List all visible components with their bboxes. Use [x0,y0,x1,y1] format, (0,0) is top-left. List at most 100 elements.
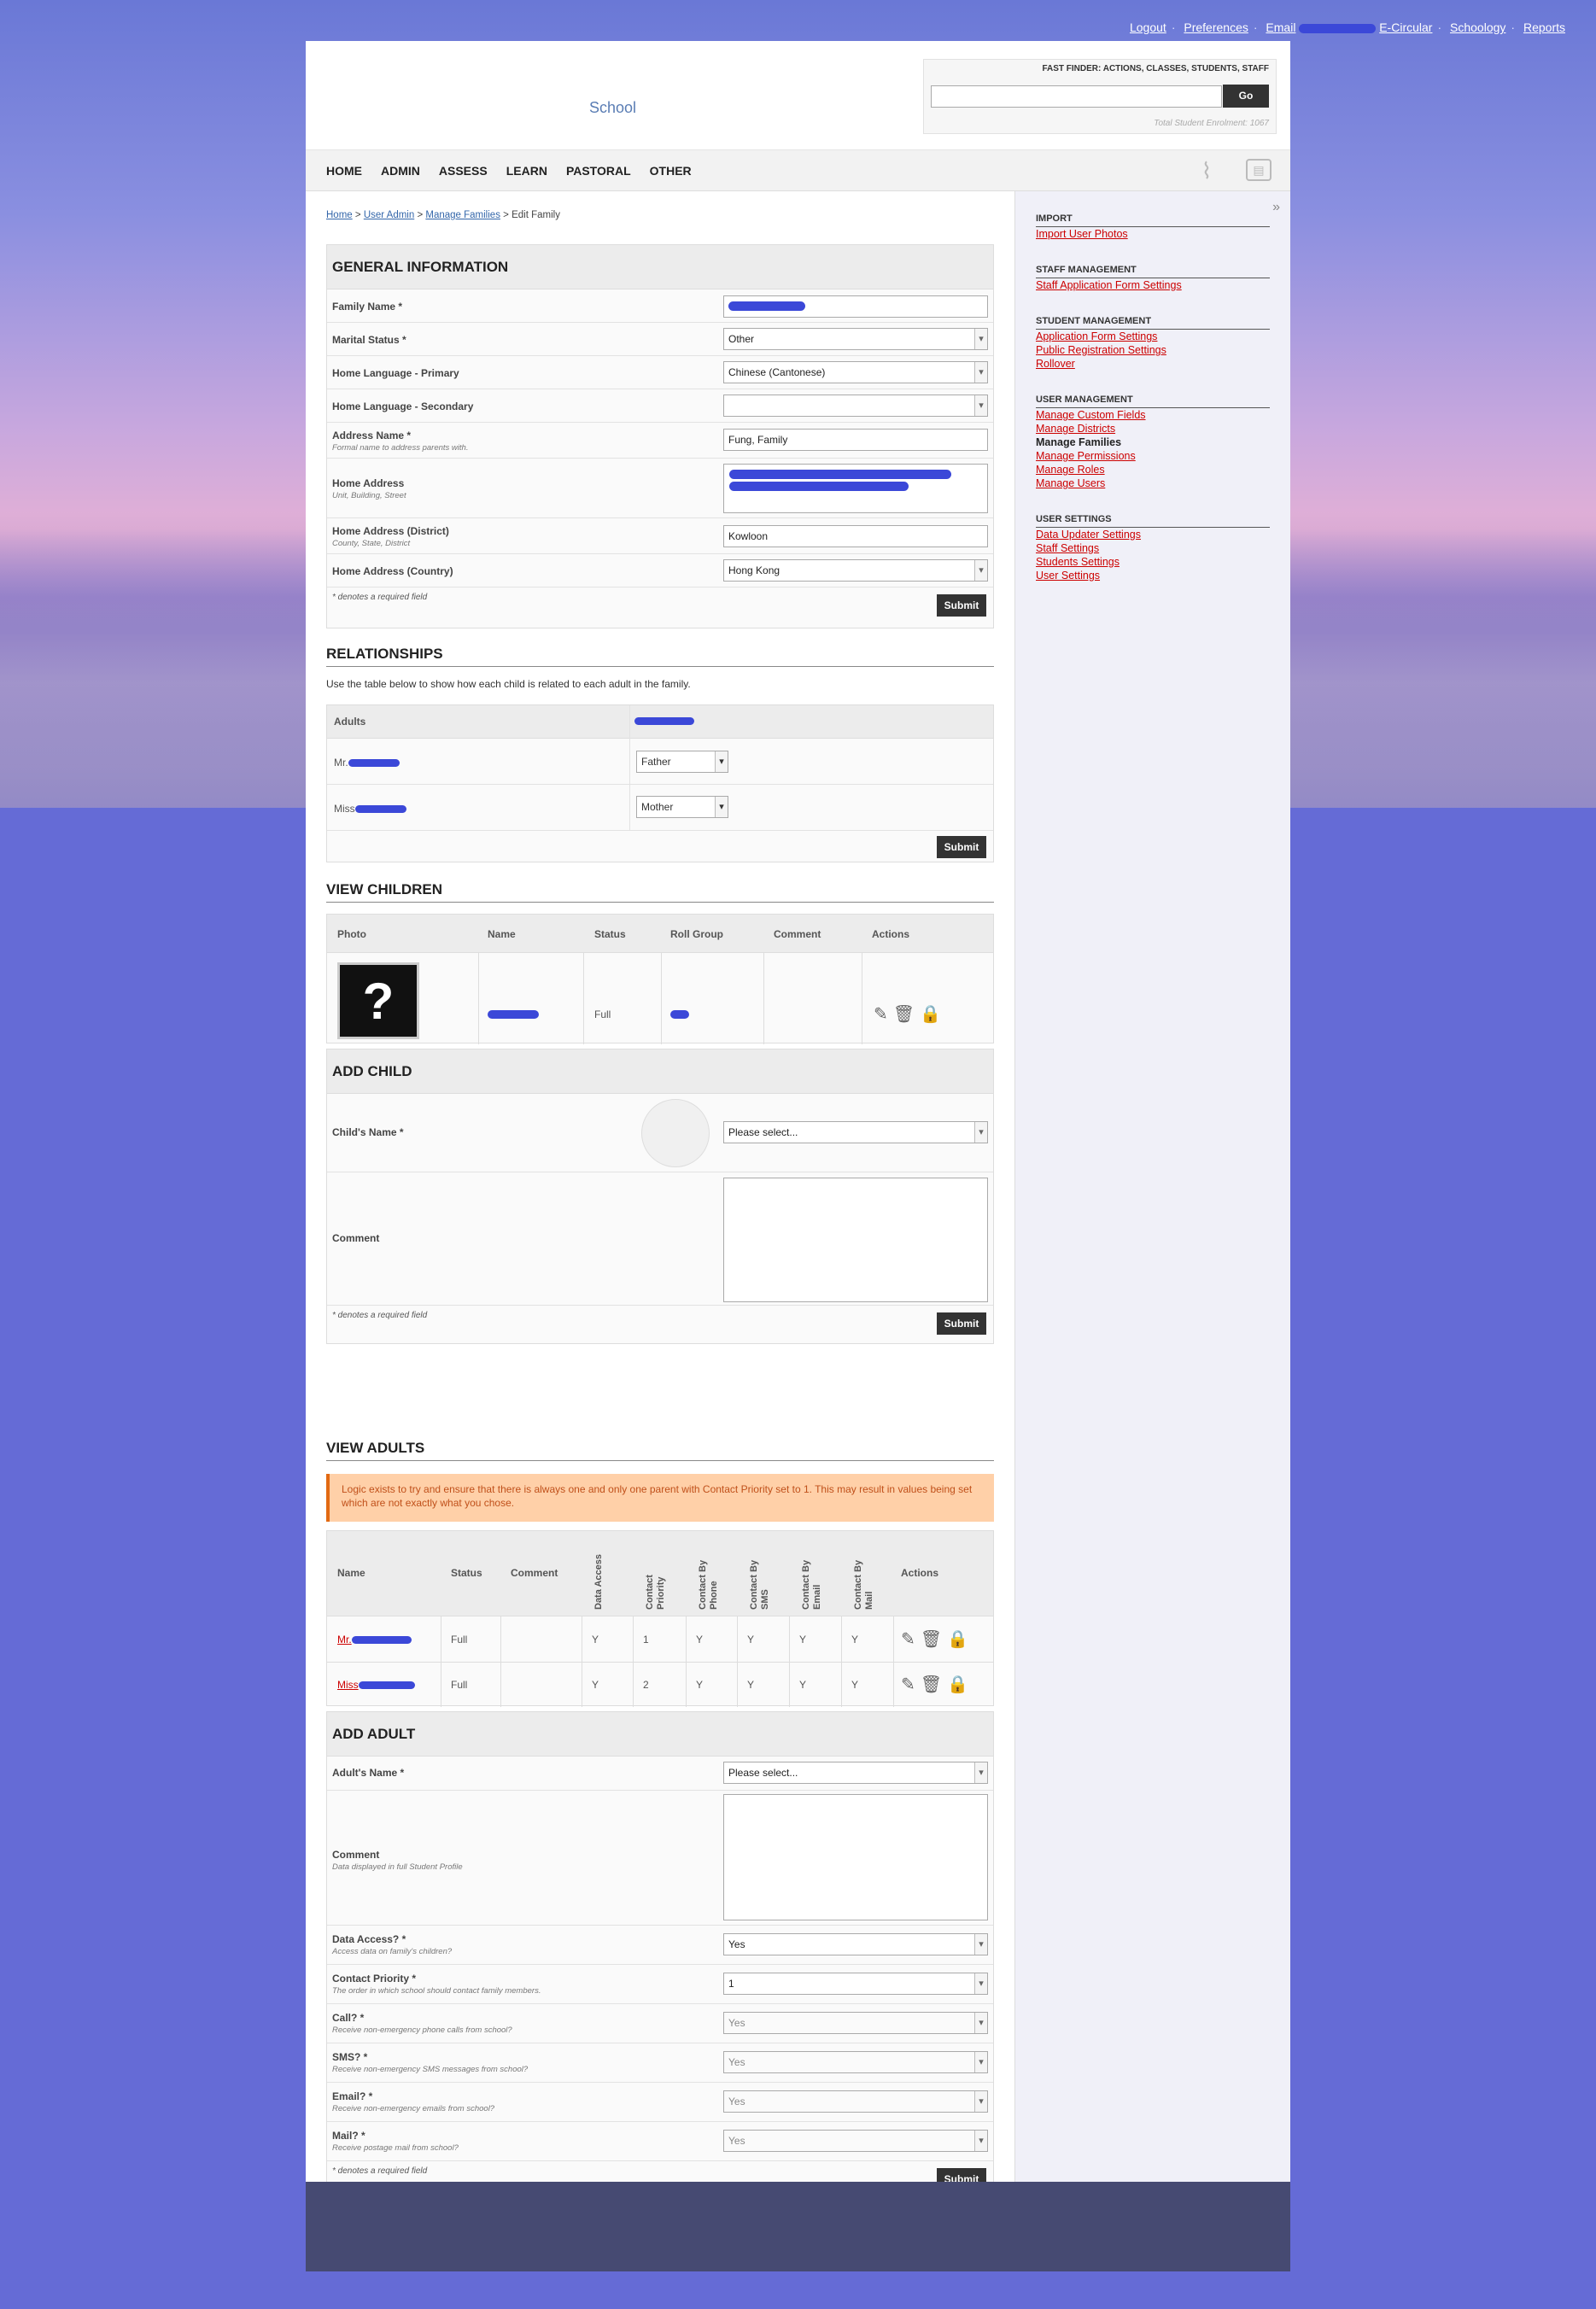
form-footer: * denotes a required field Submit [327,1306,993,1343]
address-name-row: Address Name * Formal name to address pa… [327,423,993,459]
sidebar-item-districts[interactable]: Manage Districts [1036,422,1270,435]
fast-finder-input[interactable] [931,85,1222,108]
sidebar-item-public-registration[interactable]: Public Registration Settings [1036,343,1270,357]
child-name-link[interactable] [488,1010,539,1019]
warning-message: Logic exists to try and ensure that ther… [326,1474,994,1522]
adult-name-link[interactable]: Miss [337,1679,415,1691]
view-children-title: VIEW CHILDREN [326,881,994,903]
breadcrumb-user-admin[interactable]: User Admin [364,210,414,220]
relationships-submit-button[interactable]: Submit [937,836,986,858]
adult-actions: ✎🗑🔒 [901,1628,973,1650]
nav-admin[interactable]: ADMIN [381,150,420,191]
contact-priority-select[interactable]: 1 [723,1973,988,1995]
child-photo-placeholder: ? [337,962,419,1039]
sidebar-heading-student: STUDENT MANAGEMENT [1036,316,1270,330]
sidebar-item-user-settings[interactable]: User Settings [1036,569,1270,582]
edit-icon[interactable]: ✎ [901,1630,921,1649]
delete-icon[interactable]: 🗑 [921,1675,947,1694]
relationship-select[interactable]: Mother [636,796,728,818]
school-logo[interactable]: School [589,99,636,117]
enrolment-count: Total Student Enrolment: 1067 [1154,119,1269,128]
general-information-form: GENERAL INFORMATION Family Name * Marita… [326,244,994,628]
edit-icon[interactable]: ✎ [874,1005,893,1024]
sidebar-item-families[interactable]: Manage Families [1036,435,1270,449]
email-select[interactable]: Yes [723,2090,988,2113]
data-access-select[interactable]: Yes [723,1933,988,1955]
contact-priority-row: Contact Priority * The order in which sc… [327,1965,993,2004]
sms-select[interactable]: Yes [723,2051,988,2073]
nav-pastoral[interactable]: PASTORAL [566,150,631,191]
home-address-textarea[interactable] [723,464,988,513]
adult-name: Mr. [334,757,400,769]
sidebar-item-users[interactable]: Manage Users [1036,476,1270,490]
adult-name-link[interactable]: Mr. [337,1634,412,1646]
sidebar-heading-staff: STAFF MANAGEMENT [1036,265,1270,278]
nav-home[interactable]: HOME [326,150,362,191]
collapse-sidebar-icon[interactable]: » [1272,200,1280,215]
section-title: ADD ADULT [327,1712,993,1757]
relationship-select[interactable]: Father [636,751,728,773]
sms-row: SMS? * Receive non-emergency SMS message… [327,2043,993,2083]
section-title: GENERAL INFORMATION [327,245,993,289]
sidebar-item-custom-fields[interactable]: Manage Custom Fields [1036,408,1270,422]
ecircular-link[interactable]: E-Circular [1379,20,1432,34]
reports-link[interactable]: Reports [1523,20,1565,34]
sidebar-item-staff-app[interactable]: Staff Application Form Settings [1036,278,1270,292]
mail-select[interactable]: Yes [723,2130,988,2152]
lock-icon[interactable]: 🔒 [947,1675,973,1694]
data-access-row: Data Access? * Access data on family's c… [327,1926,993,1965]
sidebar-item-roles[interactable]: Manage Roles [1036,463,1270,476]
lang2-row: Home Language - Secondary [327,389,993,423]
sidebar-item-application-form[interactable]: Application Form Settings [1036,330,1270,343]
edit-icon[interactable]: ✎ [901,1675,921,1694]
family-name-input[interactable] [723,295,988,318]
redacted-text [1299,23,1377,33]
delete-icon[interactable]: 🗑 [921,1630,947,1649]
relationships-desc: Use the table below to show how each chi… [326,678,691,690]
secondary-language-select[interactable] [723,395,988,417]
child-name-row: Child's Name * Please select... [327,1094,993,1172]
call-select[interactable]: Yes [723,2012,988,2034]
nav-learn[interactable]: LEARN [506,150,547,191]
sidebar-item-students-settings[interactable]: Students Settings [1036,555,1270,569]
delete-icon[interactable]: 🗑 [893,1005,920,1024]
preferences-link[interactable]: Preferences [1184,20,1248,34]
logout-link[interactable]: Logout [1130,20,1166,34]
country-select[interactable]: Hong Kong [723,559,988,582]
primary-language-select[interactable]: Chinese (Cantonese) [723,361,988,383]
sidebar: » IMPORT Import User Photos STAFF MANAGE… [1014,191,1290,2220]
lock-icon[interactable]: 🔒 [947,1630,973,1649]
adult-name: Miss [334,803,406,815]
adult-comment-textarea[interactable] [723,1794,988,1920]
relationships-table: Adults Mr. Father Miss Mother Submit [326,704,994,862]
section-title: ADD CHILD [327,1049,993,1094]
address-name-input[interactable]: Fung, Family [723,429,988,451]
sidebar-item-staff-settings[interactable]: Staff Settings [1036,541,1270,555]
breadcrumb-home[interactable]: Home [326,210,353,220]
child-name-select[interactable]: Please select... [723,1121,988,1143]
breadcrumb-current: > Edit Family [503,210,560,220]
nav-assess[interactable]: ASSESS [439,150,488,191]
add-child-submit-button[interactable]: Submit [937,1312,986,1335]
messages-icon[interactable]: ▤ [1246,159,1272,181]
general-submit-button[interactable]: Submit [937,594,986,617]
add-adult-form: ADD ADULT Adult's Name * Please select..… [326,1711,994,2195]
sidebar-item-data-updater[interactable]: Data Updater Settings [1036,528,1270,541]
marital-status-select[interactable]: Other [723,328,988,350]
sidebar-item-permissions[interactable]: Manage Permissions [1036,449,1270,463]
district-input[interactable]: Kowloon [723,525,988,547]
nav-other[interactable]: OTHER [650,150,692,191]
go-button[interactable]: Go [1223,85,1269,108]
child-actions: ✎🗑🔒 [874,1003,946,1025]
adult-name-select[interactable]: Please select... [723,1762,988,1784]
email-link[interactable]: Email [1266,20,1295,34]
breadcrumb-families[interactable]: Manage Families [425,210,500,220]
sidebar-item-import-photos[interactable]: Import User Photos [1036,227,1270,241]
home-address-row: Home Address Unit, Building, Street [327,459,993,518]
child-comment-textarea[interactable] [723,1178,988,1302]
fast-finder: FAST FINDER: ACTIONS, CLASSES, STUDENTS,… [923,59,1277,134]
schoology-link[interactable]: Schoology [1450,20,1505,34]
activity-icon[interactable]: ⌇ [1191,157,1222,184]
lock-icon[interactable]: 🔒 [920,1005,946,1024]
sidebar-item-rollover[interactable]: Rollover [1036,357,1270,371]
